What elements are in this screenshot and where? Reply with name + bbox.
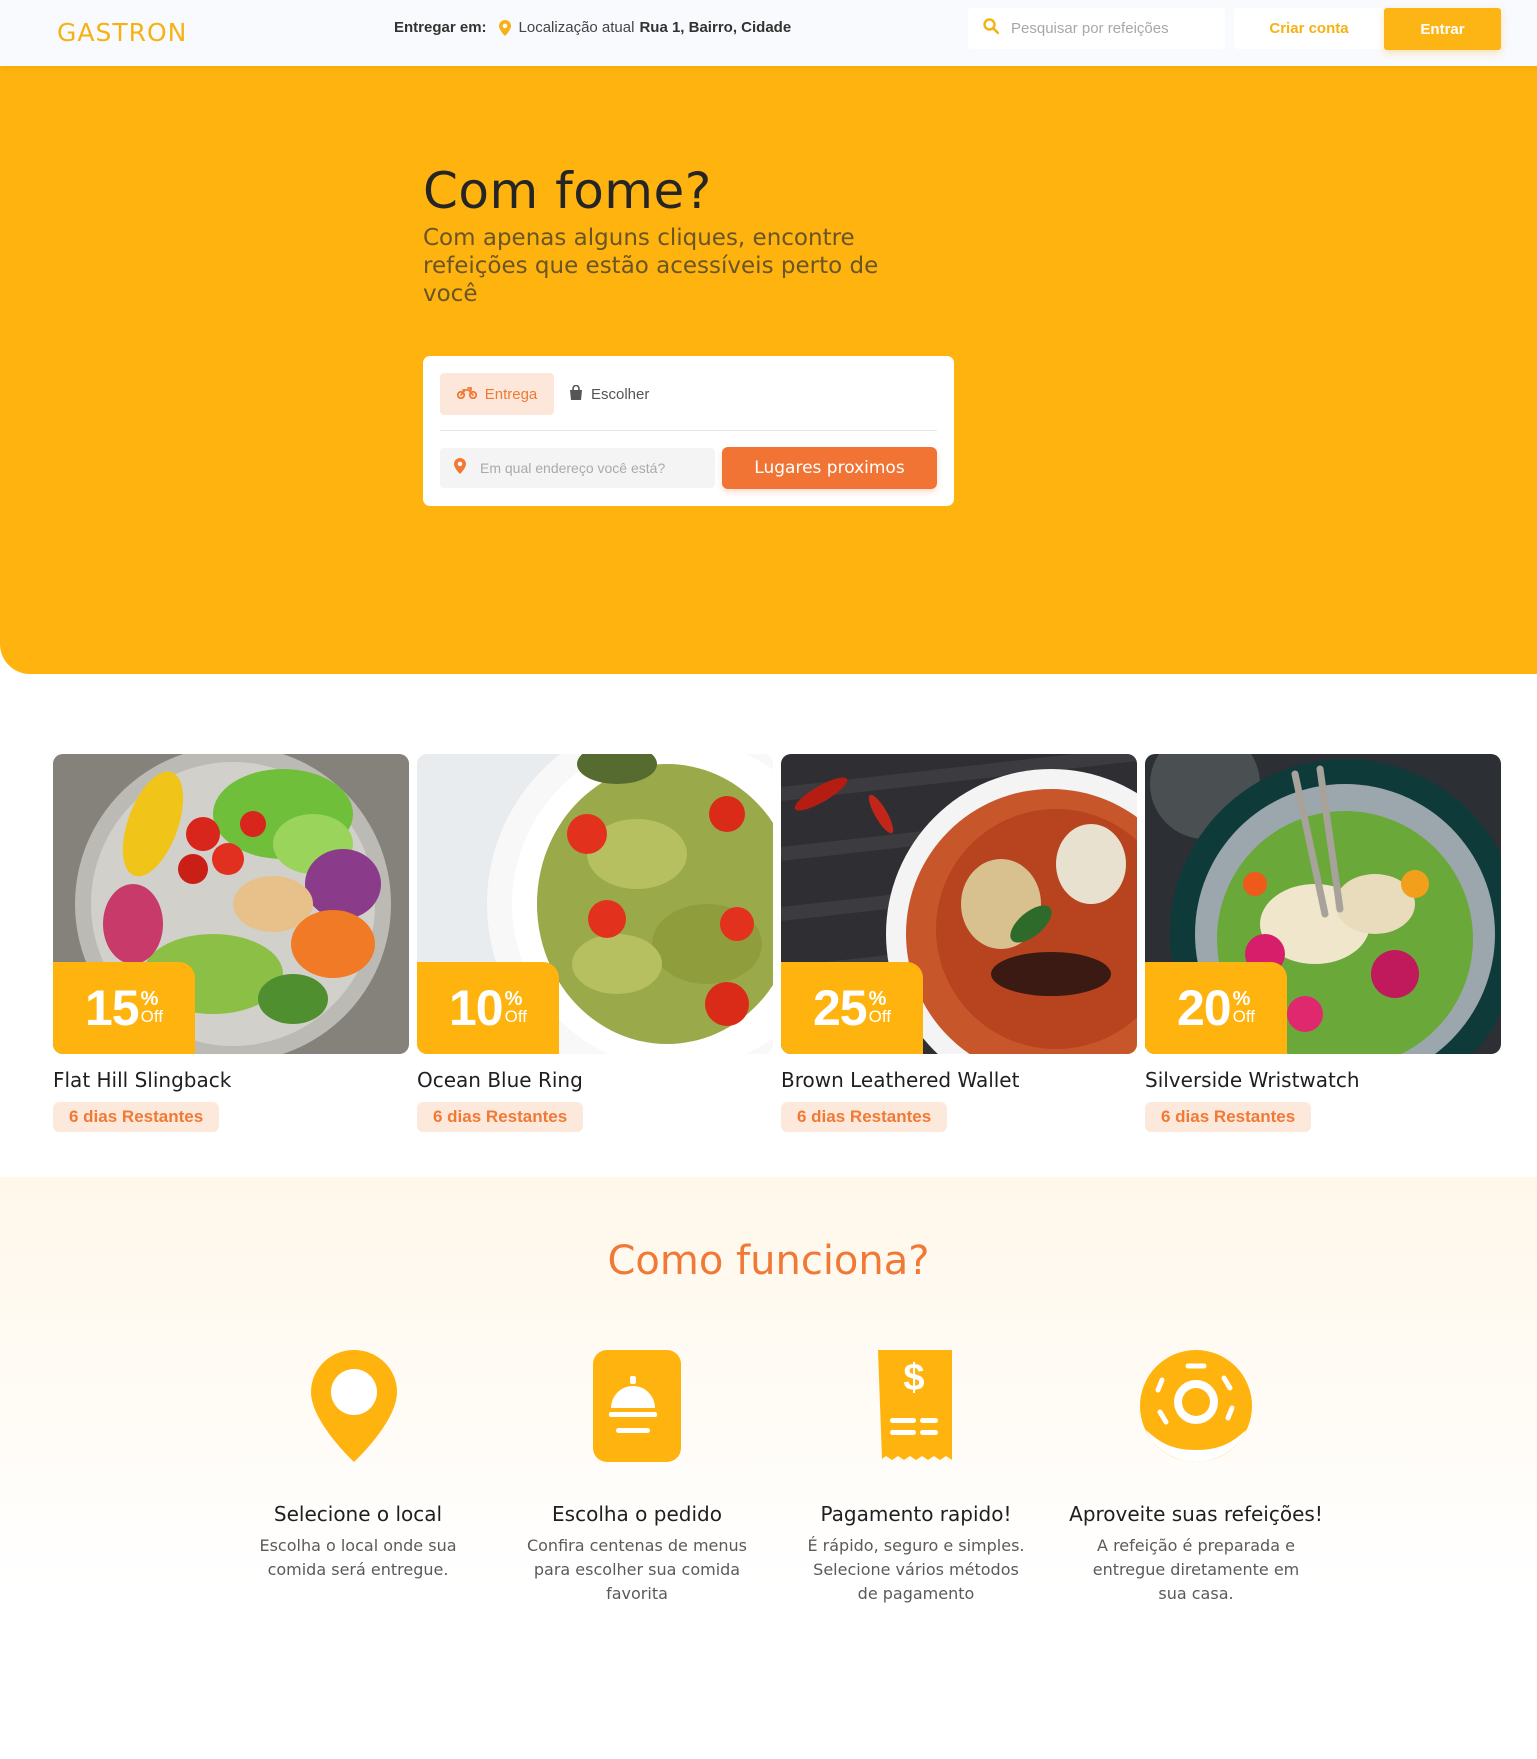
hero-title: Com fome? xyxy=(423,162,712,220)
search-bar[interactable] xyxy=(968,8,1225,49)
deal-title[interactable]: Flat Hill Slingback xyxy=(53,1068,409,1092)
deal-title[interactable]: Silverside Wristwatch xyxy=(1145,1068,1501,1092)
discount-value: 20 xyxy=(1177,980,1232,1036)
tab-pickup-label: Escolher xyxy=(591,385,650,403)
off-label: Off xyxy=(868,1007,891,1026)
deal-image[interactable]: 20 % Off xyxy=(1145,754,1501,1054)
discount-badge: 20 % Off xyxy=(1145,962,1287,1054)
deal-title[interactable]: Ocean Blue Ring xyxy=(417,1068,773,1092)
step-enjoy-meal: Aproveite suas refeições! A refeição é p… xyxy=(1066,1350,1326,1606)
step-title: Aproveite suas refeições! xyxy=(1069,1502,1323,1526)
step-title: Escolha o pedido xyxy=(552,1502,722,1526)
hero-subtitle: Com apenas alguns cliques, encontre refe… xyxy=(423,225,879,307)
percent-sign: % xyxy=(868,988,887,1010)
off-label: Off xyxy=(504,1007,527,1026)
location-pin-icon xyxy=(228,1350,488,1470)
discount-badge: 25 % Off xyxy=(781,962,923,1054)
step-title: Pagamento rapido! xyxy=(820,1502,1012,1526)
hero-section: Com fome? Com apenas alguns cliques, enc… xyxy=(0,66,1537,674)
navbar: GASTRON Entregar em: Localização atual R… xyxy=(0,0,1537,66)
deliver-label: Entregar em: xyxy=(394,19,487,36)
percent-sign: % xyxy=(1232,988,1251,1010)
section-title: Como funciona? xyxy=(607,1238,930,1284)
location-search-card: Entrega Escolher Lugares proximos xyxy=(423,356,954,506)
days-remaining-badge: 6 dias Restantes xyxy=(781,1102,948,1132)
signup-button[interactable]: Criar conta xyxy=(1234,8,1384,49)
location-pin-icon xyxy=(498,19,511,36)
discount-badge: 15 % Off xyxy=(53,962,195,1054)
current-location-label: Localização atual xyxy=(518,19,635,36)
step-text: É rápido, seguro e simples. Selecione vá… xyxy=(807,1536,1025,1603)
search-input[interactable] xyxy=(1011,20,1211,37)
tab-delivery[interactable]: Entrega xyxy=(440,373,554,415)
deal-image[interactable]: 10 % Off xyxy=(417,754,773,1054)
step-fast-payment: $ Pagamento rapido! É rápido, seguro e s… xyxy=(786,1350,1046,1606)
step-text: Escolha o local onde sua comida será ent… xyxy=(259,1536,457,1579)
receipt-dollar-icon: $ xyxy=(786,1350,1046,1470)
food-cloche-icon xyxy=(507,1350,767,1470)
discount-badge: 10 % Off xyxy=(417,962,559,1054)
deal-card[interactable]: 20 % Off Silverside Wristwatch 6 dias Res… xyxy=(1145,754,1501,1132)
nearby-places-button[interactable]: Lugares proximos xyxy=(722,447,937,489)
motorcycle-icon xyxy=(456,386,485,403)
delivery-location[interactable]: Entregar em: Localização atual Rua 1, Ba… xyxy=(394,19,791,36)
step-title: Selecione o local xyxy=(273,1502,443,1526)
percent-sign: % xyxy=(504,988,523,1010)
logo[interactable]: GASTRON xyxy=(57,18,187,47)
deal-card[interactable]: 15 % Off Flat Hill Slingback 6 dias Resta… xyxy=(53,754,409,1132)
days-remaining-badge: 6 dias Restantes xyxy=(1145,1102,1312,1132)
percent-sign: % xyxy=(140,988,159,1010)
deal-title[interactable]: Brown Leathered Wallet xyxy=(781,1068,1137,1092)
login-button[interactable]: Entrar xyxy=(1384,8,1501,50)
off-label: Off xyxy=(140,1007,163,1026)
how-it-works-section: Como funciona? Selecione o local Escolha… xyxy=(0,1177,1537,1759)
days-remaining-badge: 6 dias Restantes xyxy=(417,1102,584,1132)
donut-icon xyxy=(1066,1350,1326,1470)
location-pin-icon xyxy=(454,457,466,479)
search-icon xyxy=(983,18,1000,39)
discount-value: 15 xyxy=(85,980,140,1036)
address-input[interactable] xyxy=(480,460,700,476)
discount-value: 10 xyxy=(449,980,504,1036)
divider xyxy=(440,430,937,431)
off-label: Off xyxy=(1232,1007,1255,1026)
discount-value: 25 xyxy=(813,980,868,1036)
deal-card[interactable]: 10 % Off Ocean Blue Ring 6 dias Restantes xyxy=(417,754,773,1132)
deal-card[interactable]: 25 % Off Brown Leathered Wallet 6 dias Re… xyxy=(781,754,1137,1132)
step-choose-order: Escolha o pedido Confira centenas de men… xyxy=(507,1350,767,1606)
deal-image[interactable]: 25 % Off xyxy=(781,754,1137,1054)
address-field[interactable] xyxy=(440,448,715,488)
tab-pickup[interactable]: Escolher xyxy=(569,373,649,415)
current-address: Rua 1, Bairro, Cidade xyxy=(639,19,792,36)
step-text: Confira centenas de menus para escolher … xyxy=(526,1536,748,1603)
deal-image[interactable]: 15 % Off xyxy=(53,754,409,1054)
tab-delivery-label: Entrega xyxy=(484,385,538,403)
svg-text:$: $ xyxy=(903,1357,924,1399)
step-text: A refeição é preparada e entregue direta… xyxy=(1092,1536,1300,1603)
step-select-location: Selecione o local Escolha o local onde s… xyxy=(228,1350,488,1582)
days-remaining-badge: 6 dias Restantes xyxy=(53,1102,220,1132)
shopping-bag-icon xyxy=(569,384,591,404)
